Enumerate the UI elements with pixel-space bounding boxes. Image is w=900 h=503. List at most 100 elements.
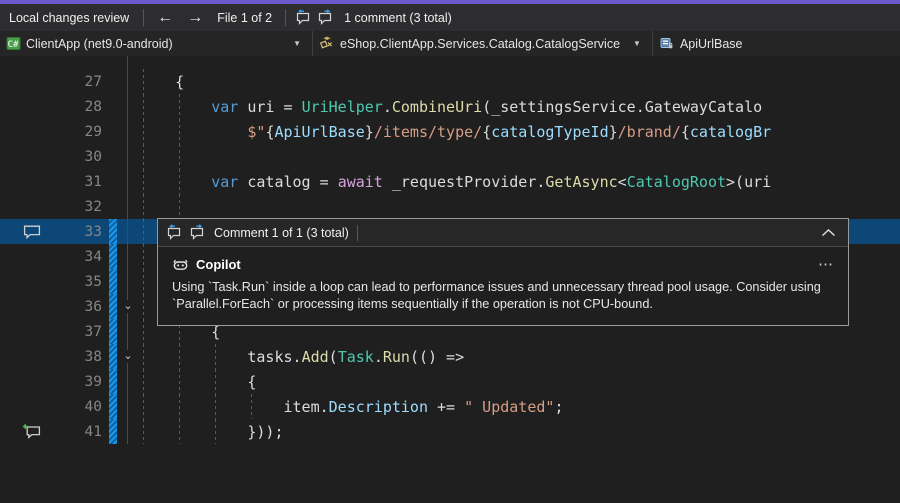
- code-line[interactable]: 40 item.Description += " Updated";: [0, 394, 900, 419]
- previous-file-button[interactable]: ←: [150, 7, 180, 29]
- code-token: (() =>: [410, 348, 464, 366]
- code-text[interactable]: {: [139, 69, 900, 94]
- chevron-up-icon[interactable]: [809, 228, 848, 238]
- indent-guide: [179, 194, 180, 219]
- line-number: 30: [64, 149, 107, 165]
- chevron-down-icon[interactable]: ⌄: [121, 300, 134, 313]
- next-comment-icon[interactable]: [189, 224, 206, 241]
- next-file-button[interactable]: →: [180, 7, 210, 29]
- previous-comment-icon[interactable]: [292, 7, 314, 29]
- code-line[interactable]: 32: [0, 194, 900, 219]
- code-token: ;: [554, 398, 563, 416]
- change-indicator-empty: [109, 56, 117, 69]
- gutter-spacer: [0, 169, 64, 194]
- next-comment-icon[interactable]: [314, 7, 336, 29]
- code-token: [139, 123, 247, 141]
- inline-comment-popup: Comment 1 of 1 (3 total) Copilot ⋯: [157, 218, 849, 326]
- member-selector[interactable]: ApiUrlBase: [653, 31, 752, 56]
- gutter-spacer: [0, 344, 64, 369]
- add-comment-icon[interactable]: [0, 419, 64, 444]
- indent-guide: [179, 144, 180, 169]
- code-text[interactable]: [139, 194, 900, 219]
- code-text[interactable]: {: [139, 369, 900, 394]
- local-changes-review-toolbar: Local changes review ← → File 1 of 2 1 c…: [0, 4, 900, 31]
- code-line[interactable]: 41 }));: [0, 419, 900, 444]
- line-number: 28: [64, 99, 107, 115]
- copilot-icon: [172, 257, 189, 272]
- code-token: {: [139, 73, 184, 91]
- code-text[interactable]: [139, 56, 900, 69]
- code-token: .: [374, 348, 383, 366]
- code-token: {: [681, 123, 690, 141]
- comment-body-text: Using `Task.Run` inside a loop can lead …: [172, 279, 827, 313]
- member-name: ApiUrlBase: [675, 37, 748, 51]
- code-token: tasks.: [139, 348, 302, 366]
- line-number: 37: [64, 324, 107, 340]
- line-number: 33: [64, 224, 107, 240]
- comment-author-row: Copilot ⋯: [172, 257, 834, 272]
- review-title: Local changes review: [7, 11, 137, 25]
- type-name: eShop.ClientApp.Services.Catalog.Catalog…: [335, 37, 625, 51]
- fold-spacer: [117, 69, 139, 94]
- code-line[interactable]: 38⌄ tasks.Add(Task.Run(() =>: [0, 344, 900, 369]
- gutter-spacer: [0, 394, 64, 419]
- fold-toggle[interactable]: ⌄: [117, 294, 139, 319]
- code-token: /items/type/: [374, 123, 482, 141]
- fold-spacer: [117, 94, 139, 119]
- code-text[interactable]: [139, 144, 900, 169]
- code-line[interactable]: 31 var catalog = await _requestProvider.…: [0, 169, 900, 194]
- code-token: await: [338, 173, 383, 191]
- line-number: 35: [64, 274, 107, 290]
- gutter-spacer: [0, 69, 64, 94]
- indent-guide: [143, 144, 144, 169]
- comment-popup-header: Comment 1 of 1 (3 total): [158, 219, 848, 247]
- more-options-icon[interactable]: ⋯: [818, 260, 834, 270]
- code-line[interactable]: 39 {: [0, 369, 900, 394]
- popup-header-divider: [357, 225, 358, 241]
- comment-bubble-icon[interactable]: [0, 219, 64, 244]
- code-text[interactable]: }));: [139, 419, 900, 444]
- vs-code-review-window: Local changes review ← → File 1 of 2 1 c…: [0, 0, 900, 503]
- type-selector[interactable]: eShop.ClientApp.Services.Catalog.Catalog…: [313, 31, 653, 56]
- code-text[interactable]: var uri = UriHelper.CombineUri(_settings…: [139, 94, 900, 119]
- fold-spacer: [117, 394, 139, 419]
- code-line[interactable]: 27 {: [0, 69, 900, 94]
- code-token: UriHelper: [302, 98, 383, 116]
- fold-toggle[interactable]: ⌄: [117, 344, 139, 369]
- project-selector[interactable]: C# ClientApp (net9.0-android) ▼: [0, 31, 313, 56]
- property-private-icon: [659, 36, 675, 51]
- indent-guide: [143, 194, 144, 219]
- fold-spacer: [117, 169, 139, 194]
- code-token: }: [609, 123, 618, 141]
- previous-comment-icon[interactable]: [166, 224, 183, 241]
- fold-spacer: [117, 144, 139, 169]
- code-token: (: [329, 348, 338, 366]
- fold-spacer: [117, 194, 139, 219]
- code-text[interactable]: tasks.Add(Task.Run(() =>: [139, 344, 900, 369]
- code-token: [139, 98, 211, 116]
- chevron-down-icon[interactable]: ▼: [289, 39, 308, 48]
- line-number: 36: [64, 299, 107, 315]
- code-line[interactable]: [0, 56, 900, 69]
- csharp-project-icon: C#: [6, 36, 21, 51]
- code-token: uri =: [238, 98, 301, 116]
- code-line[interactable]: 28 var uri = UriHelper.CombineUri(_setti…: [0, 94, 900, 119]
- comment-popup-body: Copilot ⋯ Using `Task.Run` inside a loop…: [158, 247, 848, 325]
- chevron-down-icon[interactable]: ▼: [629, 39, 648, 48]
- code-text[interactable]: var catalog = await _requestProvider.Get…: [139, 169, 900, 194]
- change-indicator-empty: [109, 169, 117, 194]
- code-token: CombineUri: [392, 98, 482, 116]
- code-token: var: [211, 173, 238, 191]
- gutter-spacer: [0, 369, 64, 394]
- fold-spacer: [117, 244, 139, 269]
- change-indicator: [109, 394, 117, 419]
- line-number: 41: [64, 424, 107, 440]
- change-indicator-empty: [109, 94, 117, 119]
- code-line[interactable]: 30: [0, 144, 900, 169]
- code-text[interactable]: item.Description += " Updated";: [139, 394, 900, 419]
- fold-spacer: [117, 56, 139, 69]
- code-line[interactable]: 29 $"{ApiUrlBase}/items/type/{catalogTyp…: [0, 119, 900, 144]
- fold-spacer: [117, 369, 139, 394]
- chevron-down-icon[interactable]: ⌄: [121, 350, 134, 363]
- code-text[interactable]: $"{ApiUrlBase}/items/type/{catalogTypeId…: [139, 119, 900, 144]
